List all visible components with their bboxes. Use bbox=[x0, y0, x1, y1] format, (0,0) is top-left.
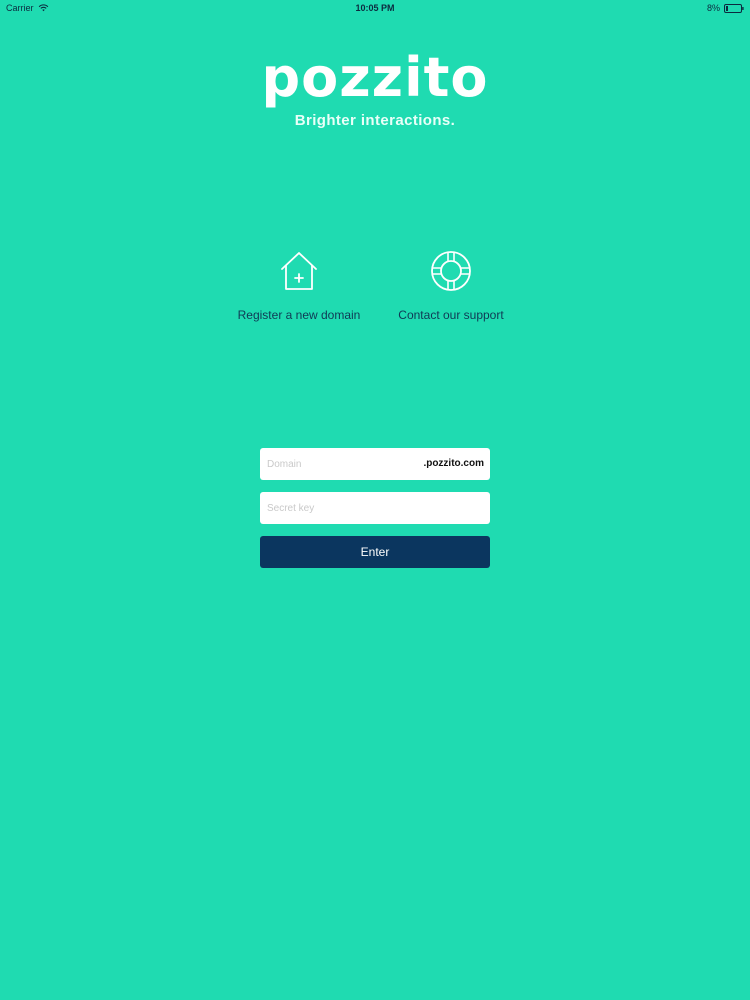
brand-logo: pozzito bbox=[0, 48, 750, 108]
domain-suffix: .pozzito.com bbox=[423, 458, 484, 469]
status-time: 10:05 PM bbox=[355, 3, 395, 13]
status-right: 8% bbox=[707, 3, 744, 13]
login-form: .pozzito.com Enter bbox=[260, 448, 490, 568]
secret-key-input[interactable] bbox=[260, 492, 490, 524]
register-domain-link[interactable]: Register a new domain bbox=[237, 248, 361, 322]
lifebuoy-icon bbox=[389, 248, 513, 294]
status-bar: Carrier 10:05 PM 8% bbox=[0, 0, 750, 16]
register-domain-label: Register a new domain bbox=[237, 308, 361, 322]
enter-button[interactable]: Enter bbox=[260, 536, 490, 568]
battery-percent: 8% bbox=[706, 3, 720, 13]
logo-text: pozzito bbox=[261, 46, 489, 109]
house-plus-icon bbox=[237, 248, 361, 294]
action-links: Register a new domain Contact our suppor… bbox=[0, 248, 750, 322]
contact-support-label: Contact our support bbox=[398, 308, 504, 322]
secret-field-wrap bbox=[260, 492, 490, 524]
tagline: Brighter interactions. bbox=[294, 112, 456, 129]
contact-support-link[interactable]: Contact our support bbox=[389, 248, 513, 322]
battery-icon bbox=[724, 3, 744, 13]
domain-field-wrap: .pozzito.com bbox=[260, 448, 490, 480]
